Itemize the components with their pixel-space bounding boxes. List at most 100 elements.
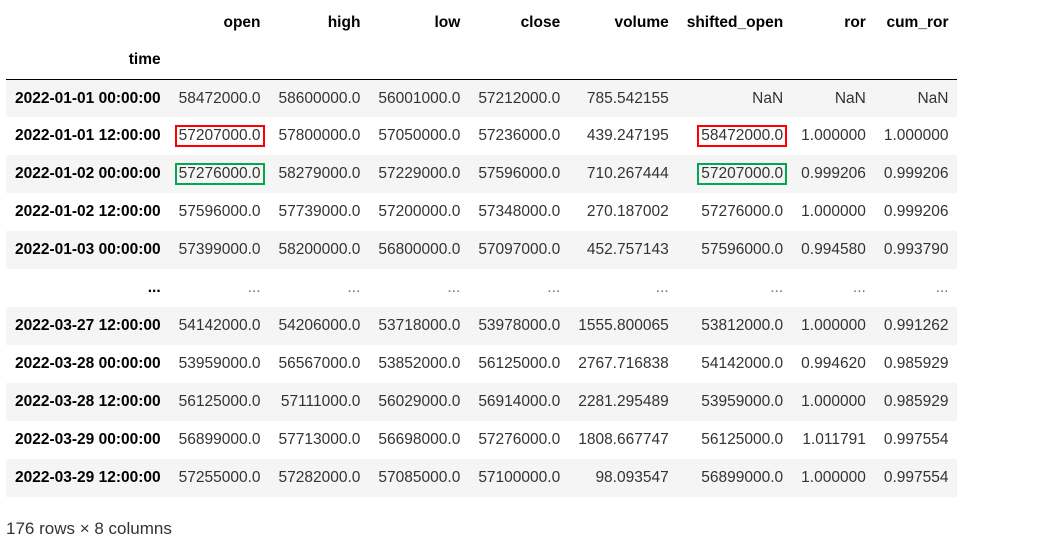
table-cell-high: 58279000.0 xyxy=(278,165,361,183)
table-cell-low: 56029000.0 xyxy=(378,393,461,411)
red-highlight-box: 58472000.0 xyxy=(697,125,788,147)
table-cell-high: 57713000.0 xyxy=(278,431,361,449)
table-cell-open: 57596000.0 xyxy=(178,203,261,221)
table-cell-shifted-open: 57596000.0 xyxy=(701,241,784,259)
table-cell-ror: 1.000000 xyxy=(801,317,866,335)
table-cell-open: 53959000.0 xyxy=(178,355,261,373)
column-header-close: close xyxy=(520,14,561,32)
table-cell-low: 57050000.0 xyxy=(378,127,461,145)
table-cell-cum-ror: 1.000000 xyxy=(883,127,949,145)
dataframe-table: open high low close volume shifted_open … xyxy=(6,5,958,497)
table-cell-ror: 1.011791 xyxy=(802,431,866,449)
column-header-volume: volume xyxy=(614,14,669,32)
table-cell-open: 57255000.0 xyxy=(178,469,261,487)
table-cell-shifted-open: 54142000.0 xyxy=(701,355,784,373)
table-cell-close: 57236000.0 xyxy=(478,127,561,145)
table-cell-low: ... xyxy=(447,279,461,297)
table-cell-close: 57097000.0 xyxy=(478,241,561,259)
row-index-label: 2022-01-03 00:00:00 xyxy=(15,241,161,259)
table-cell-cum-ror: 0.985929 xyxy=(883,355,949,373)
table-row: 2022-01-01 00:00:00 58472000.0 58600000.0 5… xyxy=(6,79,958,117)
table-cell-shifted-open: 58472000.0 xyxy=(678,117,792,155)
table-row: 2022-01-03 00:00:00 57399000.0 58200000.0 5… xyxy=(6,231,958,269)
table-cell-high: 57111000.0 xyxy=(280,393,361,411)
table-cell-shifted-open: 53959000.0 xyxy=(701,393,784,411)
table-cell-open: ... xyxy=(247,279,261,297)
table-cell-ror: 0.999206 xyxy=(801,165,866,183)
table-cell-ror: 1.000000 xyxy=(801,127,866,145)
table-cell-close: 57100000.0 xyxy=(478,469,561,487)
table-row: 2022-01-02 00:00:00 57276000.0 58279000.0 5… xyxy=(6,155,958,193)
table-cell-close: ... xyxy=(547,279,561,297)
table-cell-volume: 439.247195 xyxy=(586,127,669,145)
table-cell-high: 57739000.0 xyxy=(278,203,361,221)
table-cell-low: 57229000.0 xyxy=(378,165,461,183)
table-cell-high: ... xyxy=(347,279,361,297)
table-cell-shifted-open: 56125000.0 xyxy=(701,431,784,449)
table-cell-volume: 1555.800065 xyxy=(578,317,669,335)
table-row: 2022-03-28 00:00:00 53959000.0 56567000.0 5… xyxy=(6,345,958,383)
table-cell-low: 57085000.0 xyxy=(378,469,461,487)
table-cell-ror: 0.994620 xyxy=(801,355,866,373)
table-cell-cum-ror: 0.985929 xyxy=(883,393,949,411)
row-index-label: ... xyxy=(147,279,161,297)
table-cell-low: 53852000.0 xyxy=(378,355,461,373)
table-cell-cum-ror: 0.997554 xyxy=(883,469,949,487)
table-cell-close: 57212000.0 xyxy=(478,89,561,107)
table-cell-cum-ror: 0.999206 xyxy=(883,203,949,221)
table-cell-shifted-open: 56899000.0 xyxy=(701,469,784,487)
table-cell-shifted-open: 57276000.0 xyxy=(701,203,784,221)
table-cell-open: 56125000.0 xyxy=(178,393,261,411)
table-row: 2022-01-01 12:00:00 57207000.0 57800000.0 5… xyxy=(6,117,958,155)
table-cell-ror: 0.994580 xyxy=(801,241,866,259)
table-cell-shifted-open: NaN xyxy=(752,89,784,107)
table-cell-shifted-open: 53812000.0 xyxy=(701,317,784,335)
table-cell-ror: ... xyxy=(852,279,866,297)
table-cell-volume: 710.267444 xyxy=(586,165,669,183)
table-cell-close: 57596000.0 xyxy=(478,165,561,183)
table-cell-cum-ror: 0.993790 xyxy=(883,241,949,259)
table-cell-volume: 2767.716838 xyxy=(578,355,669,373)
table-cell-close: 53978000.0 xyxy=(478,317,561,335)
table-cell-low: 56698000.0 xyxy=(378,431,461,449)
row-index-label: 2022-01-01 00:00:00 xyxy=(15,89,161,107)
table-header: open high low close volume shifted_open … xyxy=(6,5,958,79)
column-header-open: open xyxy=(223,14,261,32)
table-cell-close: 57348000.0 xyxy=(478,203,561,221)
table-cell-volume: 2281.295489 xyxy=(578,393,669,411)
table-cell-shifted-open: 57207000.0 xyxy=(678,155,792,193)
table-cell-open: 54142000.0 xyxy=(178,317,261,335)
table-cell-low: 56001000.0 xyxy=(378,89,461,107)
table-cell-volume: ... xyxy=(655,279,669,297)
table-cell-cum-ror: 0.999206 xyxy=(883,165,949,183)
table-cell-open: 57399000.0 xyxy=(178,241,261,259)
table-cell-volume: 785.542155 xyxy=(586,89,669,107)
column-header-ror: ror xyxy=(844,14,866,32)
row-index-label: 2022-03-28 12:00:00 xyxy=(15,393,161,411)
table-cell-ror: NaN xyxy=(834,89,866,107)
corner-header-cell xyxy=(6,5,170,41)
row-index-label: 2022-03-27 12:00:00 xyxy=(15,317,161,335)
row-index-label: 2022-01-01 12:00:00 xyxy=(15,127,161,145)
green-highlight-box: 57276000.0 xyxy=(174,163,265,185)
table-cell-close: 56914000.0 xyxy=(478,393,561,411)
column-header-high: high xyxy=(327,14,361,32)
table-cell-low: 53718000.0 xyxy=(378,317,461,335)
column-header-row: open high low close volume shifted_open … xyxy=(6,5,957,41)
column-header-low: low xyxy=(434,14,461,32)
table-row: 2022-01-02 12:00:00 57596000.0 57739000.0 5… xyxy=(6,193,958,231)
table-cell-open: 56899000.0 xyxy=(178,431,261,449)
table-cell-high: 58600000.0 xyxy=(278,89,361,107)
table-cell-ror: 1.000000 xyxy=(801,203,866,221)
table-cell-cum-ror: ... xyxy=(935,279,949,297)
table-cell-low: 56800000.0 xyxy=(378,241,461,259)
table-cell-close: 57276000.0 xyxy=(478,431,561,449)
table-cell-volume: 98.093547 xyxy=(595,469,669,487)
red-highlight-box: 57207000.0 xyxy=(174,125,265,147)
column-header-cum-ror: cum_ror xyxy=(886,14,949,32)
column-header-shifted-open: shifted_open xyxy=(686,14,784,32)
table-cell-ror: 1.000000 xyxy=(801,393,866,411)
table-cell-shifted-open: ... xyxy=(770,279,784,297)
table-row: 2022-03-29 12:00:00 57255000.0 57282000.0 5… xyxy=(6,459,958,497)
table-cell-high: 57800000.0 xyxy=(278,127,361,145)
